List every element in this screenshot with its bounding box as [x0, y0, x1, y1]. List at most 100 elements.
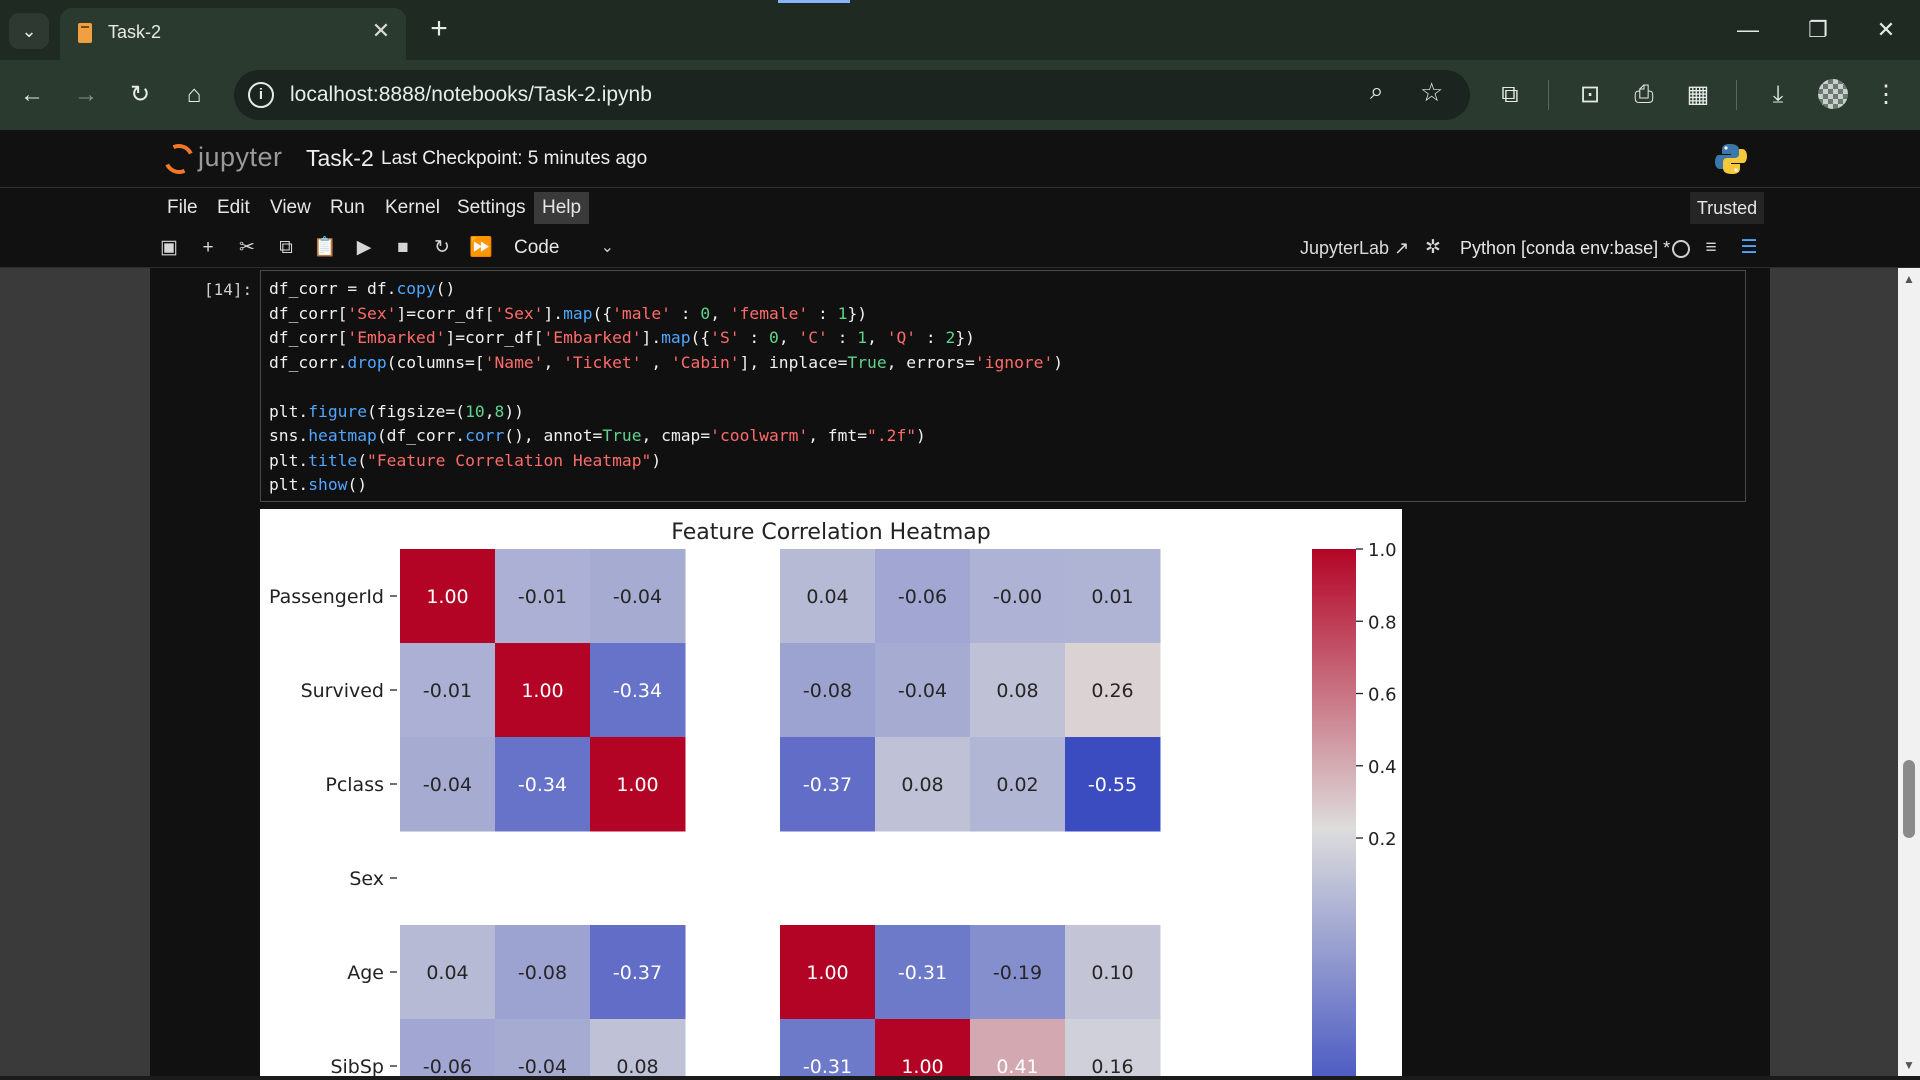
restore-window-button[interactable]: ❐ — [1796, 10, 1840, 50]
browser-toolbar: ← → ↻ ⌂ i localhost:8888/notebooks/Task-… — [0, 60, 1920, 130]
heatmap-title: Feature Correlation Heatmap — [671, 520, 991, 545]
heatmap-value-label: 1.00 — [806, 962, 848, 984]
heatmap-value-label: 0.16 — [1091, 1056, 1133, 1078]
row-label: Sex — [349, 868, 384, 890]
code-line[interactable]: sns.heatmap(df_corr.corr(), annot=True, … — [269, 426, 1745, 451]
notebook-name[interactable]: Task-2 — [306, 145, 374, 172]
browser-tab-active[interactable]: Task-2 ✕ — [60, 8, 406, 60]
heatmap-value-label: 1.00 — [901, 1056, 943, 1078]
scrollbar-thumb[interactable] — [1903, 760, 1915, 838]
bookmark-star-icon[interactable]: ☆ — [1420, 77, 1443, 108]
insert-cell-icon[interactable]: + — [193, 233, 223, 263]
jupyterlab-link[interactable]: JupyterLab ↗ — [1300, 233, 1409, 263]
heatmap-value-label: 0.02 — [996, 774, 1038, 796]
close-window-button[interactable]: ✕ — [1864, 10, 1908, 50]
colorbar — [1312, 549, 1356, 1080]
reload-icon[interactable]: ↻ — [120, 75, 160, 115]
heatmap-value-label: -0.34 — [518, 774, 567, 796]
browser-menu-icon[interactable]: ⋮ — [1866, 75, 1906, 115]
heatmap-value-label: -0.08 — [518, 962, 567, 984]
heatmap-value-label: -0.37 — [613, 962, 662, 984]
heatmap-value-label: -0.01 — [518, 586, 567, 608]
code-line[interactable]: plt.title("Feature Correlation Heatmap") — [269, 451, 1745, 476]
heatmap-value-label: -0.34 — [613, 680, 662, 702]
code-line[interactable]: plt.figure(figsize=(10,8)) — [269, 402, 1745, 427]
close-tab-icon[interactable]: ✕ — [368, 18, 394, 44]
menu-run[interactable]: Run — [322, 192, 373, 224]
toc-icon[interactable]: ≡ — [1696, 233, 1726, 263]
trusted-indicator[interactable]: Trusted — [1690, 192, 1764, 224]
menu-view[interactable]: View — [262, 192, 319, 224]
chevron-down-icon: ⌄ — [600, 239, 614, 256]
minimize-window-button[interactable]: — — [1726, 10, 1770, 50]
code-line[interactable]: df_corr['Sex']=corr_df['Sex'].map({'male… — [269, 304, 1745, 329]
menu-settings[interactable]: Settings — [449, 192, 534, 224]
jupyter-header: jupyter Task-2 Last Checkpoint: 5 minute… — [0, 130, 1920, 188]
code-cell-editor[interactable]: df_corr = df.copy() df_corr['Sex']=corr_d… — [260, 270, 1746, 502]
heatmap-value-label: -0.06 — [423, 1056, 472, 1078]
paste-icon[interactable]: 📋 — [310, 233, 340, 263]
row-label: Age — [347, 962, 384, 984]
scroll-down-icon[interactable]: ▼ — [1903, 1058, 1915, 1072]
code-line[interactable]: df_corr = df.copy() — [269, 279, 1745, 304]
heatmap-value-label: 0.41 — [996, 1056, 1038, 1078]
kernel-status-icon — [1672, 240, 1690, 258]
heatmap-value-label: -0.04 — [518, 1056, 567, 1078]
forward-arrow-icon[interactable]: → — [66, 75, 106, 115]
run-all-icon[interactable]: ⏩ — [466, 233, 496, 263]
heatmap-value-label: -0.19 — [993, 962, 1042, 984]
browser-tab-title: Task-2 — [108, 22, 162, 42]
menu-kernel[interactable]: Kernel — [377, 192, 448, 224]
horizontal-scrollbar[interactable] — [0, 1076, 1920, 1080]
run-icon[interactable]: ▶ — [349, 233, 379, 263]
screenshot-icon[interactable]: ⊡ — [1570, 75, 1610, 115]
debugger-icon[interactable]: ✲ — [1418, 233, 1448, 263]
heatmap-value-label: -0.01 — [423, 680, 472, 702]
restart-icon[interactable]: ↻ — [427, 233, 457, 263]
copy-icon[interactable]: ⧉ — [271, 233, 301, 263]
menu-help[interactable]: Help — [534, 192, 590, 224]
external-link-icon: ↗ — [1394, 238, 1410, 258]
stop-icon[interactable]: ■ — [388, 233, 418, 263]
heatmap-value-label: 0.08 — [996, 680, 1038, 702]
extensions-icon[interactable]: ⧉ — [1490, 75, 1530, 115]
code-line[interactable]: df_corr['Embarked']=corr_df['Embarked'].… — [269, 328, 1745, 353]
property-inspector-icon[interactable]: ☰ — [1734, 233, 1764, 263]
code-line[interactable]: plt.show() — [269, 475, 1745, 500]
scroll-up-icon[interactable]: ▲ — [1903, 272, 1915, 286]
heatmap-value-label: 0.04 — [806, 586, 848, 608]
heatmap-value-label: 0.10 — [1091, 962, 1133, 984]
print-icon[interactable]: ⎙ — [1624, 75, 1664, 115]
colorbar-tick-label: 0.2 — [1368, 829, 1397, 850]
address-url[interactable]: localhost:8888/notebooks/Task-2.ipynb — [290, 83, 652, 107]
site-info-icon[interactable]: i — [248, 82, 274, 108]
kernel-name[interactable]: Python [conda env:base] * — [1460, 233, 1670, 263]
side-panel-icon[interactable]: ▦ — [1678, 75, 1718, 115]
zoom-icon[interactable]: ⌕ — [1370, 78, 1383, 106]
download-icon[interactable]: ⤓ — [1758, 75, 1798, 115]
code-line[interactable] — [269, 377, 1745, 402]
colorbar-tick-label: 1.0 — [1368, 540, 1397, 561]
cell-output-heatmap: Feature Correlation Heatmap PassengerId 1.… — [260, 509, 1402, 1080]
back-arrow-icon[interactable]: ← — [12, 75, 52, 115]
heatmap-value-label: -0.55 — [1088, 774, 1137, 796]
home-icon[interactable]: ⌂ — [174, 75, 214, 115]
address-bar[interactable]: i localhost:8888/notebooks/Task-2.ipynb … — [234, 70, 1470, 120]
colorbar-tick-label: 0.4 — [1368, 757, 1397, 778]
new-tab-button[interactable]: + — [422, 12, 456, 46]
menu-edit[interactable]: Edit — [209, 192, 258, 224]
cut-icon[interactable]: ✂ — [232, 233, 262, 263]
jupyter-logo-icon[interactable] — [159, 139, 199, 179]
profile-avatar[interactable] — [1818, 79, 1848, 109]
tab-search-button[interactable]: ⌄ — [9, 13, 49, 49]
save-icon[interactable]: ▣ — [154, 233, 184, 263]
menu-file[interactable]: File — [159, 192, 206, 224]
jupyter-logo-text[interactable]: jupyter — [198, 142, 283, 173]
notebook-toolbar: ▣ + ✂ ⧉ 📋 ▶ ■ ↻ ⏩ Code ⌄ JupyterLab ↗ ✲ … — [0, 228, 1920, 268]
cell-type-dropdown[interactable]: Code ⌄ — [506, 233, 622, 263]
code-line[interactable]: df_corr.drop(columns=['Name', 'Ticket' ,… — [269, 353, 1745, 378]
row-label: PassengerId — [269, 586, 384, 608]
vertical-scrollbar[interactable]: ▲ ▼ — [1898, 268, 1920, 1080]
heatmap-value-label: -0.00 — [993, 586, 1042, 608]
colorbar-tick-label: 0.6 — [1368, 685, 1397, 706]
